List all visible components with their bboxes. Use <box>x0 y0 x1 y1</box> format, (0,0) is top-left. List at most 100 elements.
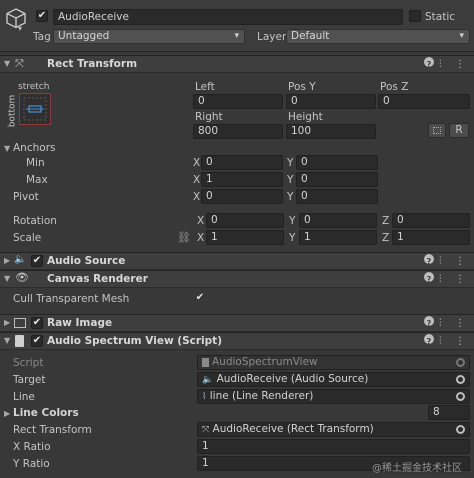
target-label: Target <box>13 374 46 386</box>
active-checkbox[interactable]: ✔ <box>36 10 48 22</box>
preset-sliders-icon[interactable]: ⫶ <box>439 254 442 269</box>
object-picker-icon <box>456 358 465 367</box>
raw-edit-button[interactable]: R <box>449 123 469 138</box>
rect-transform-title: Rect Transform <box>47 58 138 70</box>
height-field[interactable]: 100 <box>286 124 376 139</box>
raw-image-title: Raw Image <box>47 317 113 329</box>
axis-x-label: X <box>193 157 201 169</box>
more-options-icon[interactable]: ⋮ <box>455 254 465 269</box>
posz-field[interactable]: 0 <box>378 94 470 109</box>
max-x-field[interactable]: 1 <box>201 172 283 187</box>
right-field[interactable]: 800 <box>193 124 283 139</box>
foldout-arrow-icon[interactable]: ▼ <box>4 59 10 68</box>
target-field[interactable]: 🔈 AudioReceive (Audio Source) <box>197 372 470 387</box>
help-icon[interactable]: ? <box>424 316 434 328</box>
blueprint-mode-button[interactable] <box>428 123 446 138</box>
anchor-min-label: Min <box>26 157 45 169</box>
rect-transform-value: AudioReceive (Rect Transform) <box>212 423 374 435</box>
more-options-icon[interactable]: ⋮ <box>455 57 465 72</box>
help-icon[interactable]: ? <box>424 272 434 284</box>
min-x-field[interactable]: 0 <box>201 155 283 170</box>
anchor-preset-button[interactable] <box>19 93 51 125</box>
scale-y-field[interactable]: 1 <box>299 230 377 245</box>
scale-x-field[interactable]: 1 <box>206 230 284 245</box>
rotation-x-field[interactable]: 0 <box>206 213 284 228</box>
pivot-x-field[interactable]: 0 <box>201 189 283 204</box>
help-icon[interactable]: ? <box>424 254 434 266</box>
static-checkbox[interactable] <box>409 10 421 22</box>
object-picker-icon[interactable] <box>456 392 465 401</box>
preset-sliders-icon[interactable]: ⫶ <box>439 272 442 287</box>
more-options-icon[interactable]: ⋮ <box>455 316 465 331</box>
tag-label: Tag <box>33 31 51 43</box>
speaker-icon: 🔈 <box>202 375 214 385</box>
raw-image-header[interactable]: ▶ ✔ Raw Image ? ⫶ ⋮ <box>0 314 474 332</box>
eye-icon: 👁 <box>15 271 29 284</box>
max-y-field[interactable]: 0 <box>296 172 378 187</box>
left-label: Left <box>195 81 215 93</box>
spectrum-header[interactable]: ▼ ✔ Audio Spectrum View (Script) ? ⫶ ⋮ <box>0 332 474 350</box>
axis-x-label: X <box>193 174 201 186</box>
anchor-side-label: bottom <box>7 94 18 128</box>
canvas-renderer-header[interactable]: ▼ 👁 Canvas Renderer ? ⫶ ⋮ <box>0 270 474 288</box>
more-options-icon[interactable]: ⋮ <box>455 272 465 287</box>
spectrum-enabled-checkbox[interactable]: ✔ <box>31 335 43 347</box>
script-field: AudioSpectrumView <box>197 355 470 370</box>
anchor-preset-label: stretch <box>18 82 50 92</box>
line-value: line (Line Renderer) <box>209 390 314 402</box>
preset-sliders-icon[interactable]: ⫶ <box>439 57 442 72</box>
help-icon[interactable]: ? <box>424 334 434 346</box>
axis-x-label: X <box>193 191 201 203</box>
help-icon[interactable]: ? <box>424 57 434 69</box>
rect-transform-icon: ⤧ <box>15 57 24 70</box>
height-label: Height <box>288 111 323 123</box>
line-colors-foldout-icon[interactable]: ▶ <box>4 409 10 418</box>
rect-transform-header[interactable]: ▼ ⤧ Rect Transform ? ⫶ ⋮ <box>0 55 474 73</box>
posy-label: Pos Y <box>288 81 316 93</box>
right-label: Right <box>195 111 223 123</box>
y-ratio-label: Y Ratio <box>13 458 50 470</box>
raw-image-enabled-checkbox[interactable]: ✔ <box>31 317 43 329</box>
blueprint-icon <box>433 127 441 134</box>
link-icon[interactable]: ⛓ <box>177 231 191 244</box>
gameobject-name-field[interactable]: AudioReceive <box>53 9 403 25</box>
canvas-renderer-title: Canvas Renderer <box>47 273 148 285</box>
object-picker-icon[interactable] <box>456 425 465 434</box>
pivot-y-field[interactable]: 0 <box>296 189 378 204</box>
chevron-down-icon[interactable]: ▾ <box>18 24 22 33</box>
scale-z-field[interactable]: 1 <box>392 230 470 245</box>
preset-sliders-icon[interactable]: ⫶ <box>439 334 442 349</box>
audio-source-header[interactable]: ▶ 🔈 ✔ Audio Source ? ⫶ ⋮ <box>0 252 474 270</box>
audio-source-enabled-checkbox[interactable]: ✔ <box>31 255 43 267</box>
anchors-foldout-icon[interactable]: ▼ <box>4 144 10 153</box>
foldout-arrow-icon[interactable]: ▼ <box>4 336 10 345</box>
rotation-y-field[interactable]: 0 <box>299 213 377 228</box>
line-colors-size-field[interactable]: 8 <box>428 405 470 420</box>
axis-y-label: Y <box>287 174 294 186</box>
scale-label: Scale <box>13 232 42 244</box>
axis-z-label: Z <box>382 215 390 227</box>
cull-transparent-mesh-checkbox[interactable]: ✔ <box>194 293 206 305</box>
preset-sliders-icon[interactable]: ⫶ <box>439 316 442 331</box>
x-ratio-field[interactable]: 1 <box>197 439 470 454</box>
script-value: AudioSpectrumView <box>212 356 318 368</box>
posz-label: Pos Z <box>380 81 409 93</box>
more-options-icon[interactable]: ⋮ <box>455 334 465 349</box>
foldout-arrow-icon[interactable]: ▶ <box>4 318 10 327</box>
rect-transform-field[interactable]: ⤧ AudioReceive (Rect Transform) <box>197 422 470 437</box>
line-field[interactable]: ⌇ line (Line Renderer) <box>197 389 470 404</box>
line-renderer-icon: ⌇ <box>202 392 207 402</box>
rotation-z-field[interactable]: 0 <box>392 213 470 228</box>
line-colors-label[interactable]: Line Colors <box>13 406 79 420</box>
gameobject-cube-icon <box>5 7 27 29</box>
axis-x-label: X <box>197 215 205 227</box>
min-y-field[interactable]: 0 <box>296 155 378 170</box>
tag-dropdown[interactable]: Untagged <box>53 29 245 44</box>
posy-field[interactable]: 0 <box>286 94 376 109</box>
foldout-arrow-icon[interactable]: ▼ <box>4 274 10 283</box>
object-picker-icon[interactable] <box>456 375 465 384</box>
layer-dropdown[interactable]: Default <box>286 29 470 44</box>
anchors-label[interactable]: Anchors <box>13 141 55 155</box>
left-field[interactable]: 0 <box>193 94 283 109</box>
foldout-arrow-icon[interactable]: ▶ <box>4 256 10 265</box>
